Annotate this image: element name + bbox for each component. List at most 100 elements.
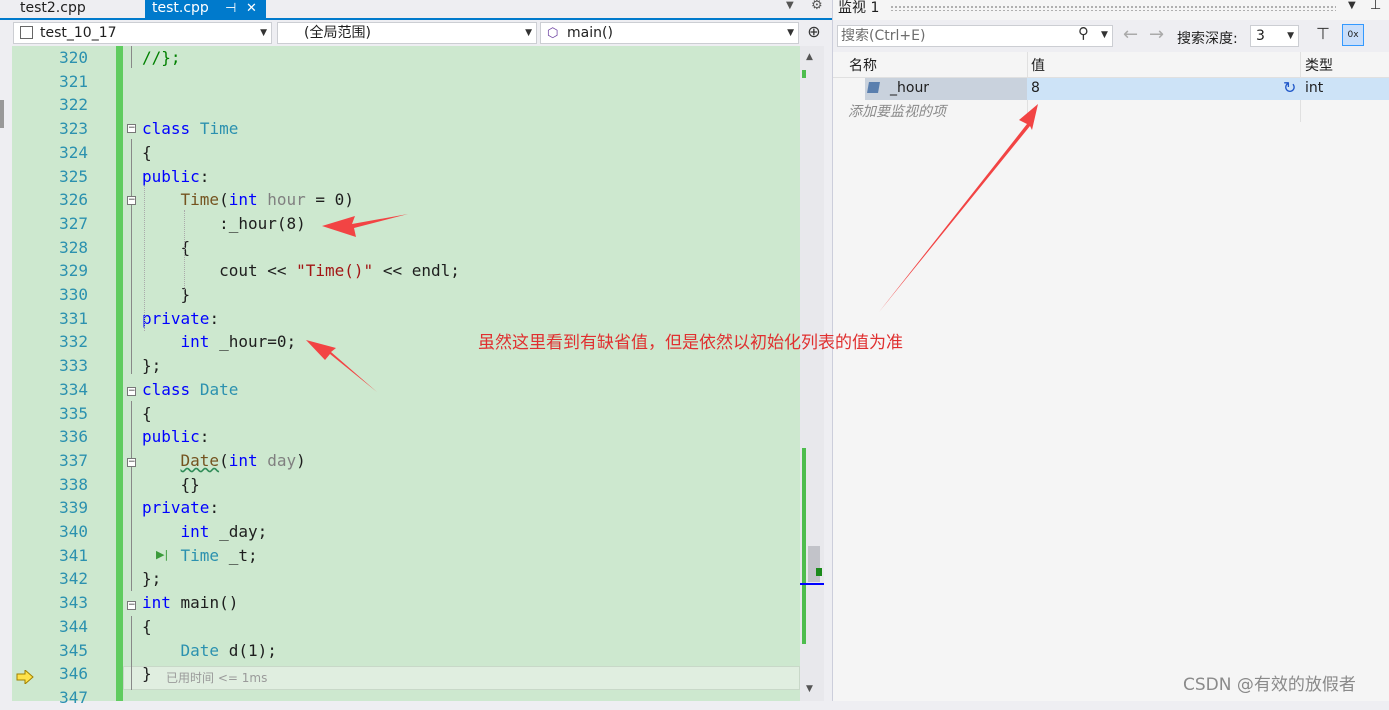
function-dropdown[interactable]: ⬡ main() ▼ — [540, 22, 799, 44]
glyph-margin — [0, 46, 12, 701]
gear-icon[interactable]: ⚙ — [811, 0, 823, 13]
tab-label: test2.cpp — [20, 0, 86, 16]
code-line[interactable]: Time(int hour = 0) — [142, 188, 354, 212]
back-arrow-icon[interactable]: ← — [1123, 24, 1138, 45]
code-line[interactable]: int _hour=0; — [142, 330, 297, 354]
search-input[interactable]: 搜索(Ctrl+E) — [837, 25, 1113, 47]
tab-bar: test2.cpp test.cpp ⊣ ✕ ▼ ⚙ — [0, 0, 832, 18]
line-number: 320 — [59, 48, 88, 67]
project-dropdown[interactable]: test_10_17 ▼ — [13, 22, 272, 44]
code-line[interactable]: //}; — [142, 46, 181, 70]
code-line[interactable]: class Time — [142, 117, 238, 141]
search-depth-label: 搜索深度: — [1177, 31, 1238, 47]
outline-guide — [131, 139, 132, 374]
fold-toggle[interactable]: − — [127, 458, 136, 467]
watch-row-name: _hour — [890, 80, 930, 96]
execution-pointer-icon — [16, 670, 34, 684]
code-line[interactable]: private: — [142, 307, 219, 331]
fold-toggle[interactable]: − — [127, 196, 136, 205]
scroll-thumb[interactable] — [808, 546, 820, 582]
line-number: 334 — [59, 380, 88, 399]
search-depth-dropdown[interactable]: 3 ▼ — [1250, 25, 1299, 47]
fold-toggle[interactable]: − — [127, 124, 136, 133]
code-line[interactable]: } — [142, 662, 152, 686]
code-line[interactable]: { — [142, 402, 152, 426]
column-header-type[interactable]: 类型 — [1305, 55, 1333, 75]
scroll-up-icon[interactable]: ▲ — [806, 52, 813, 62]
line-number: 335 — [59, 404, 88, 423]
line-number: 347 — [59, 688, 88, 707]
fold-toggle[interactable]: − — [127, 601, 136, 610]
code-line[interactable]: int _day; — [142, 520, 268, 544]
tab-test2-cpp[interactable]: test2.cpp — [0, 0, 140, 18]
add-watch-item[interactable]: 添加要监视的项 — [848, 101, 946, 121]
code-line[interactable]: Date(int day) — [142, 449, 306, 473]
tab-test-cpp[interactable]: test.cpp ⊣ ✕ — [145, 0, 266, 18]
code-line[interactable]: }; — [142, 567, 161, 591]
pin-icon[interactable]: ⊣ — [225, 0, 236, 17]
pin-filter-icon[interactable]: ⊤ — [1316, 24, 1330, 43]
code-line[interactable]: { — [142, 141, 152, 165]
line-number: 326 — [59, 190, 88, 209]
refresh-icon[interactable]: ↻ — [1283, 78, 1296, 97]
chevron-down-icon[interactable]: ▼ — [1287, 26, 1294, 46]
line-number: 346 — [59, 664, 88, 683]
scope-dropdown[interactable]: (全局范围) ▼ — [277, 22, 537, 44]
line-number: 333 — [59, 356, 88, 375]
code-line[interactable]: class Date — [142, 378, 238, 402]
line-number: 324 — [59, 143, 88, 162]
indent-guide — [184, 210, 185, 290]
code-line[interactable]: int main() — [142, 591, 238, 615]
navigation-bar: test_10_17 ▼ (全局范围) ▼ ⬡ main() ▼ ⊕ — [0, 20, 832, 46]
fold-toggle[interactable]: − — [127, 387, 136, 396]
hex-display-button[interactable]: 0x — [1342, 24, 1364, 46]
chevron-down-icon[interactable]: ▼ — [1101, 30, 1108, 40]
forward-arrow-icon[interactable]: → — [1149, 24, 1164, 45]
code-line[interactable]: private: — [142, 496, 219, 520]
tab-label: test.cpp — [152, 0, 209, 16]
code-line[interactable]: {} — [142, 473, 200, 497]
search-icon[interactable]: ⚲ — [1078, 24, 1089, 42]
chevron-down-icon[interactable]: ▼ — [787, 23, 794, 43]
chevron-down-icon[interactable]: ▼ — [786, 0, 794, 11]
line-number: 341 — [59, 546, 88, 565]
column-header-value[interactable]: 值 — [1031, 55, 1045, 75]
pin-icon[interactable]: ⊥ — [1370, 0, 1381, 13]
code-line[interactable]: Date d(1); — [142, 639, 277, 663]
left-strip — [0, 100, 4, 128]
code-line[interactable]: public: — [142, 425, 209, 449]
code-line[interactable]: { — [142, 615, 152, 639]
split-window-icon[interactable]: ⊕ — [803, 22, 825, 44]
code-line[interactable]: }; — [142, 354, 161, 378]
watch-row-type: int — [1305, 80, 1324, 96]
code-line[interactable]: { — [142, 236, 191, 260]
code-line[interactable]: cout << "Time()" << endl; — [142, 259, 460, 283]
panel-grip[interactable] — [890, 5, 1336, 11]
chevron-down-icon[interactable]: ▼ — [525, 23, 532, 43]
column-header-name[interactable]: 名称 — [849, 55, 877, 75]
annotation-text: 虽然这里看到有缺省值，但是依然以初始化列表的值为准 — [478, 333, 903, 353]
watch-row-value[interactable]: 8 — [1031, 80, 1040, 96]
project-icon — [20, 26, 33, 39]
chevron-down-icon[interactable]: ▼ — [1348, 0, 1356, 11]
code-line[interactable]: :_hour(8) — [142, 212, 306, 236]
watermark: CSDN @有效的放假者 — [1183, 675, 1356, 695]
code-line[interactable]: public: — [142, 165, 209, 189]
close-icon[interactable]: ✕ — [246, 0, 257, 17]
outline-guide — [131, 46, 132, 68]
perf-tip: 已用时间 <= 1ms — [166, 671, 268, 685]
change-tracking-bar — [116, 46, 123, 701]
line-number: 323 — [59, 119, 88, 138]
function-value: main() — [567, 25, 613, 41]
line-number: 325 — [59, 167, 88, 186]
line-number: 321 — [59, 72, 88, 91]
chevron-down-icon[interactable]: ▼ — [260, 23, 267, 43]
watch-title: 监视 1 — [838, 0, 880, 16]
scroll-down-icon[interactable]: ▼ — [806, 684, 813, 694]
scroll-change-marker — [802, 448, 806, 644]
search-depth-value: 3 — [1256, 28, 1265, 44]
line-number: 343 — [59, 593, 88, 612]
run-to-click-icon[interactable]: ▶| — [156, 548, 168, 561]
code-line[interactable]: } — [142, 283, 191, 307]
line-number: 338 — [59, 475, 88, 494]
